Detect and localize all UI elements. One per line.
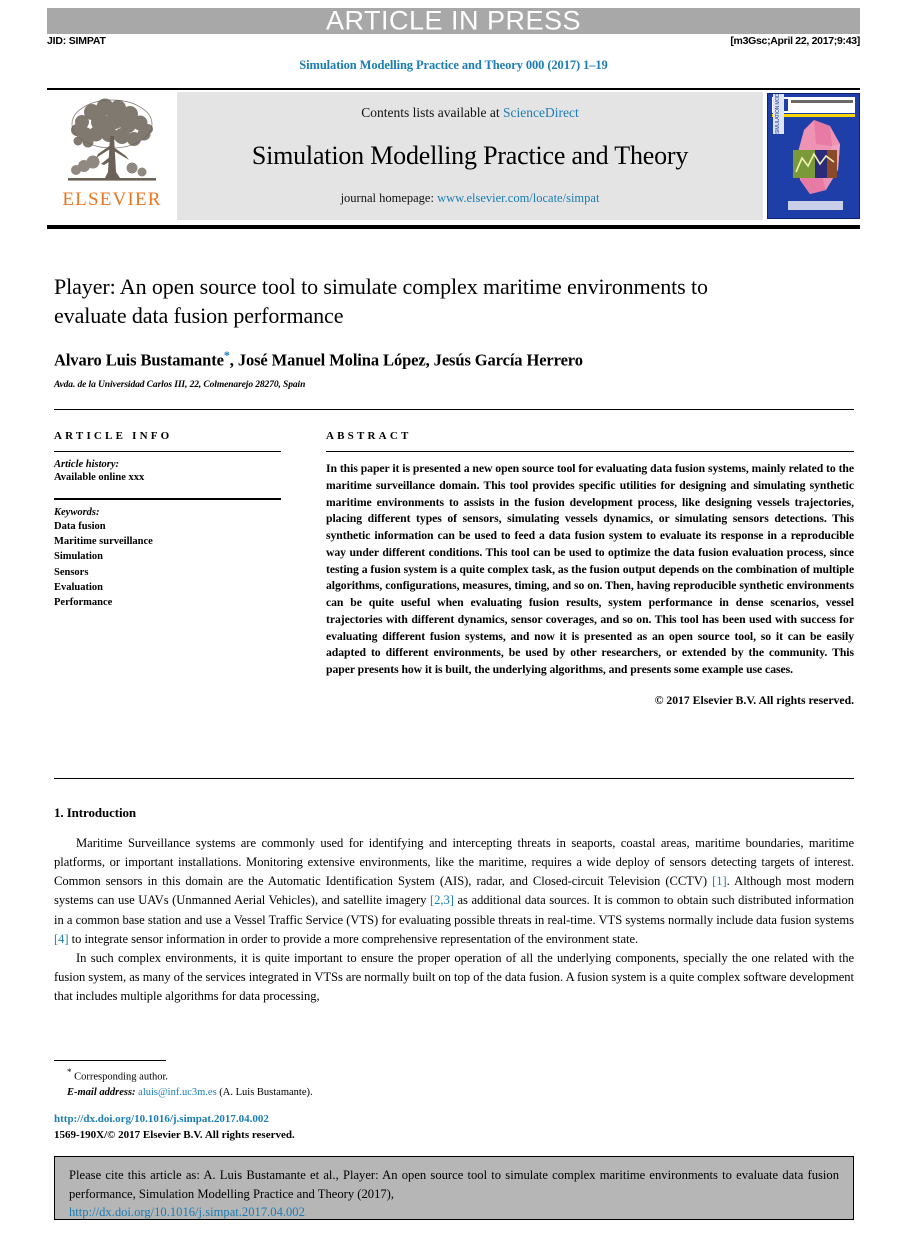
keyword-item: Sensors [54,566,89,578]
contents-panel: Contents lists available at ScienceDirec… [177,92,763,220]
journal-cover-image: SIMULATION MODELLING PRACTICE AND THEORY [767,93,860,219]
article-history-label: Article history: [54,459,120,471]
abstract-heading: ABSTRACT [326,430,412,442]
keyword-item: Maritime surveillance [54,536,153,548]
author-rest: , José Manuel Molina López, Jesús García… [229,350,583,370]
journal-running-head: Simulation Modelling Practice and Theory… [299,58,608,72]
title-block: Player: An open source tool to simulate … [54,272,854,390]
keywords-rule [54,498,281,500]
issn-copyright-line: 1569-190X/© 2017 Elsevier B.V. All right… [54,1128,295,1141]
please-cite-box: Please cite this article as: A. Luis Bus… [54,1156,854,1220]
abstract-rule [326,451,854,453]
footnote-star-marker: * [67,1067,72,1077]
section-heading-introduction: 1. Introduction [54,805,137,820]
body-content: 1. Introduction Maritime Surveillance sy… [54,805,854,1006]
intro-p1-part-d: to integrate sensor information in order… [68,931,639,946]
introduction-top-rule [54,778,854,779]
author-list: Alvaro Luis Bustamante*, José Manuel Mol… [54,348,854,371]
cover-spine-title: SIMULATION MODELLING PRACTICE AND THEORY [773,94,784,134]
jid-row: JID: SIMPAT [m3Gsc;April 22, 2017;9:43] [47,32,860,49]
email-address-label: E-mail address: [67,1087,136,1099]
introduction-paragraph-1: Maritime Surveillance systems are common… [54,834,854,949]
corresponding-author-note: * Corresponding author. [54,1066,594,1085]
article-info-column: ARTICLE INFO Article history: Available … [54,430,314,707]
journal-homepage-line: journal homepage: www.elsevier.com/locat… [341,191,600,206]
citation-ref-2-3[interactable]: [2,3] [430,893,454,907]
journal-title: Simulation Modelling Practice and Theory [251,141,689,170]
article-info-heading: ARTICLE INFO [54,430,173,442]
elsevier-wordmark: ELSEVIER [62,189,162,210]
email-owner: (A. Luis Bustamante). [219,1087,313,1099]
citation-ref-4[interactable]: [4] [54,932,69,946]
keywords-label: Keywords: [54,506,100,518]
elsevier-tree-icon [68,98,156,181]
keyword-item: Evaluation [54,581,104,593]
info-section-top-rule [54,409,854,410]
introduction-paragraph-2: In such complex environments, it is quit… [54,950,854,1004]
jid-label: JID: SIMPAT [47,34,106,47]
article-info-rule [54,451,281,453]
journal-homepage-link[interactable]: www.elsevier.com/locate/simpat [437,191,599,205]
homepage-prefix: journal homepage: [340,191,438,205]
author-affiliation: Avda. de la Universidad Carlos III, 22, … [54,379,306,390]
article-in-press-banner: ARTICLE IN PRESS [47,5,860,36]
journal-masthead: ELSEVIER Contents lists available at Sci… [47,92,860,220]
author-first: Alvaro Luis Bustamante [54,350,224,370]
corresponding-author-text: Corresponding author. [74,1071,169,1083]
abstract-body: In this paper it is presented a new open… [326,462,854,676]
masthead-bottom-rule [47,225,860,229]
article-history-value: Available online xxx [54,472,145,484]
doi-link[interactable]: http://dx.doi.org/10.1016/j.simpat.2017.… [54,1113,269,1125]
please-cite-doi-link[interactable]: http://dx.doi.org/10.1016/j.simpat.2017.… [69,1205,839,1220]
email-note: E-mail address: aluis@inf.uc3m.es (A. Lu… [54,1085,594,1101]
please-cite-text: Please cite this article as: A. Luis Bus… [69,1168,839,1201]
abstract-column: ABSTRACT In this paper it is presented a… [314,430,854,707]
keyword-item: Simulation [54,551,104,563]
elsevier-logo: ELSEVIER [47,92,177,220]
contents-available-line: Contents lists available at ScienceDirec… [361,105,578,121]
email-link[interactable]: aluis@inf.uc3m.es [138,1087,217,1098]
page-title: Player: An open source tool to simulate … [54,274,708,329]
journal-cover-thumbnail: SIMULATION MODELLING PRACTICE AND THEORY [763,92,860,220]
cover-footer-mark [788,201,843,210]
info-abstract-area: ARTICLE INFO Article history: Available … [54,430,854,707]
doi-block: http://dx.doi.org/10.1016/j.simpat.2017.… [54,1112,594,1144]
footnote-block: * Corresponding author. E-mail address: … [54,1066,594,1101]
abstract-copyright: © 2017 Elsevier B.V. All rights reserved… [654,693,854,707]
sciencedirect-link[interactable]: ScienceDirect [503,105,579,120]
keyword-item: Performance [54,596,113,608]
article-in-press-label: ARTICLE IN PRESS [325,5,582,36]
keyword-item: Data fusion [54,520,106,532]
masthead-top-rule [47,88,860,90]
footnote-rule [54,1060,166,1061]
citation-ref-1[interactable]: [1] [712,874,727,888]
contents-prefix: Contents lists available at [361,105,503,120]
typesetter-stamp: [m3Gsc;April 22, 2017;9:43] [730,34,860,47]
